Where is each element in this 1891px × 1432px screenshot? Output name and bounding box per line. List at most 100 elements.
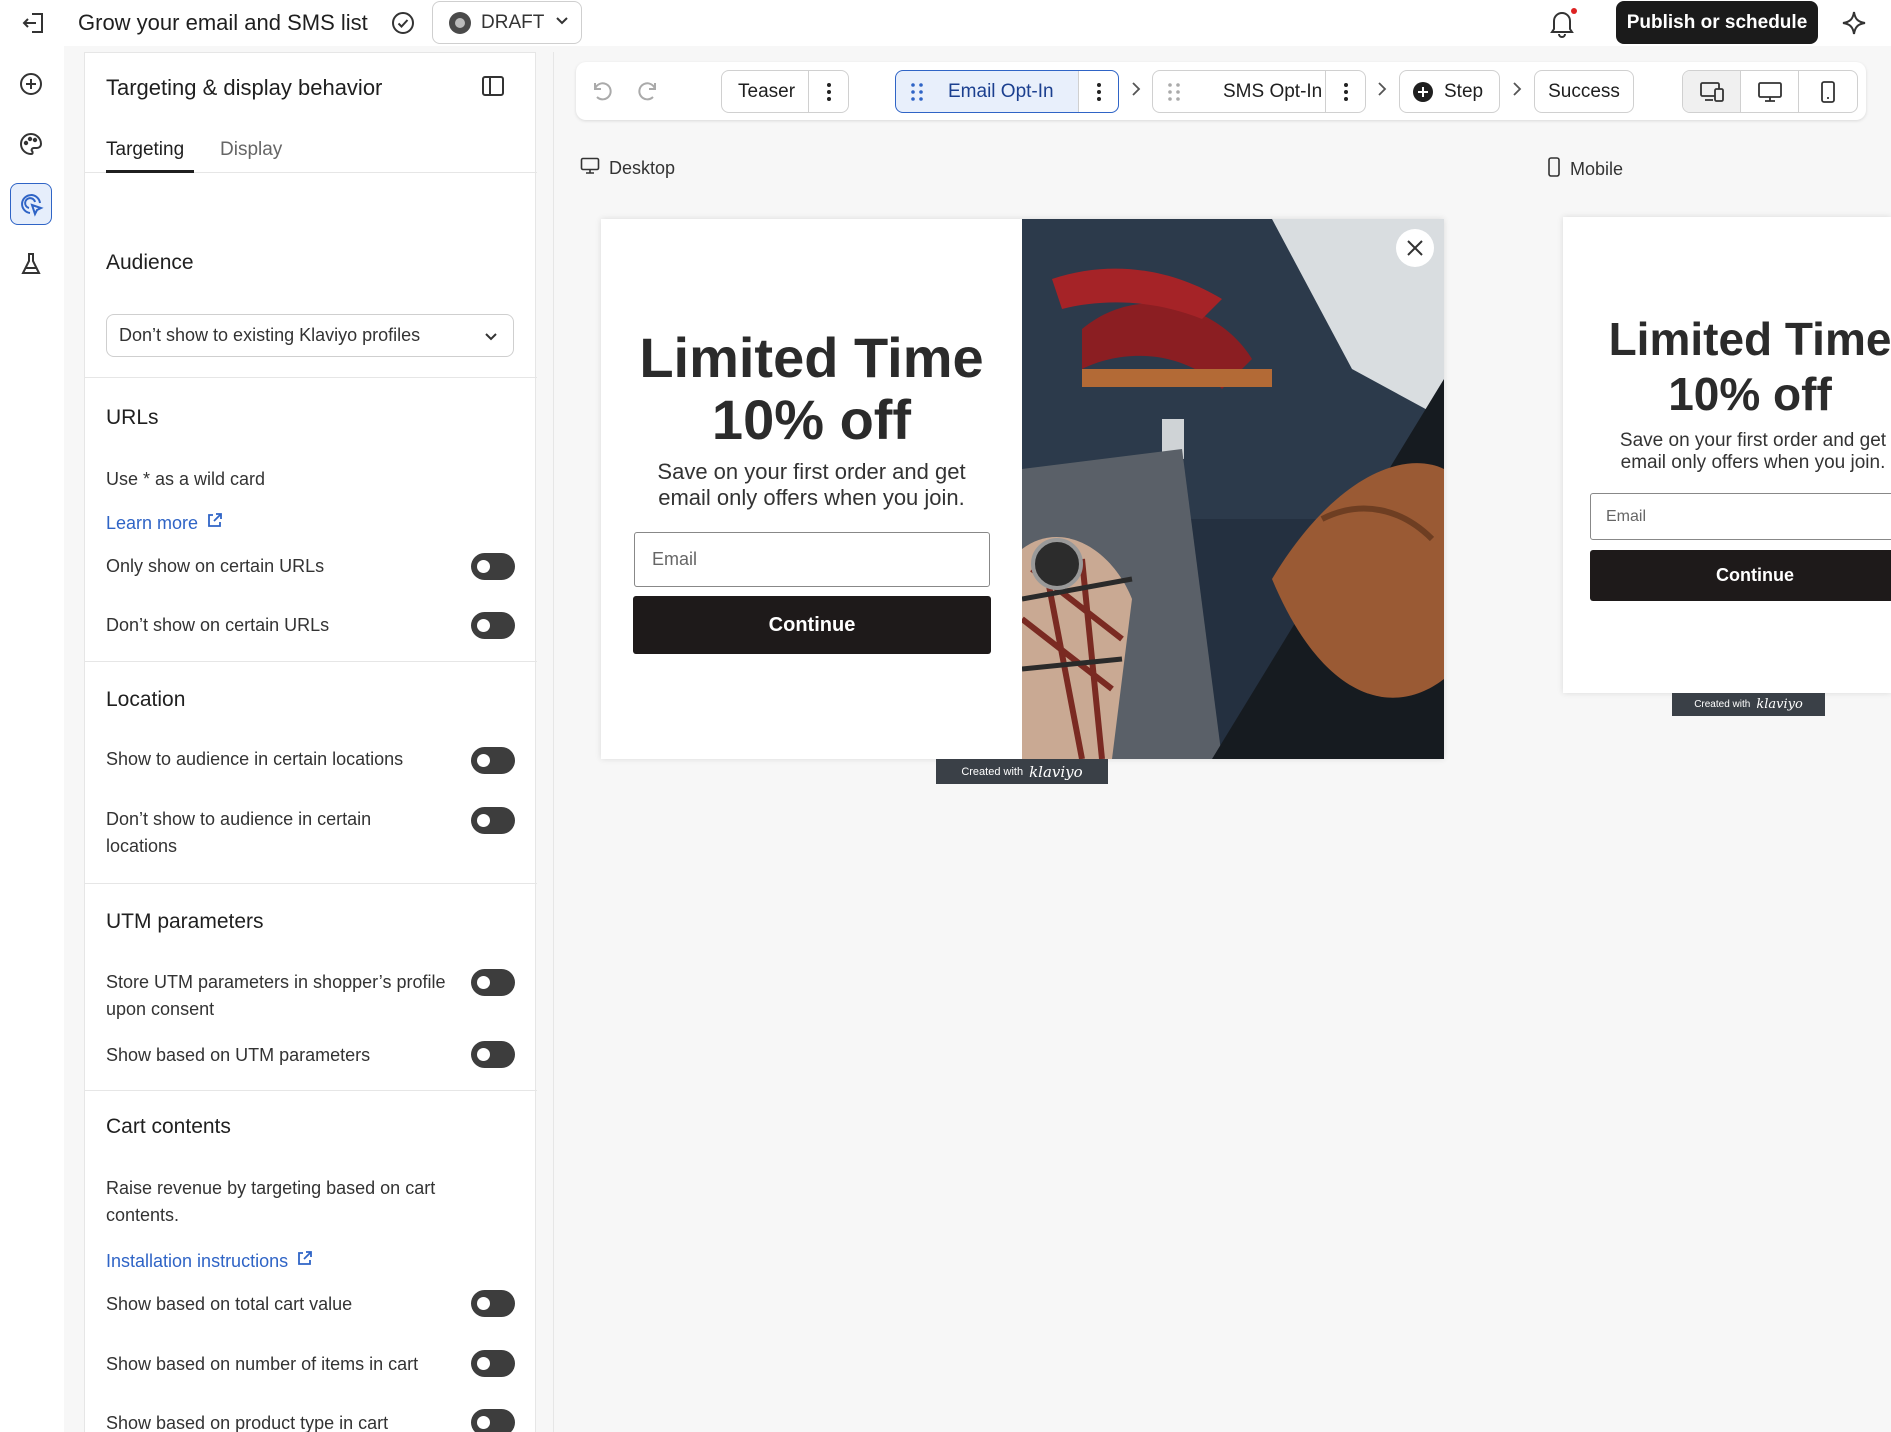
bell-icon[interactable] [1548,8,1577,38]
canvas-divider [553,52,554,1432]
drag-handle-icon[interactable] [910,82,924,102]
chevron-down-icon [483,328,499,349]
kebab-icon[interactable] [808,71,848,112]
location-section: Location Show to audience in certain loc… [85,662,537,884]
flask-icon[interactable] [10,243,52,285]
cart-product-label: Show based on product type in cart [106,1413,389,1432]
cart-heading: Cart contents [106,1115,231,1138]
close-popup-icon[interactable] [1396,229,1434,267]
step-sms-opt-in[interactable]: SMS Opt-In [1152,70,1366,113]
popup-email-field[interactable]: Email [634,532,990,587]
learn-more-link[interactable]: Learn more [106,512,223,534]
status-label: DRAFT [481,11,545,33]
popup-headline: Limited Time [639,326,984,389]
only-show-urls-toggle[interactable] [471,553,515,580]
mobile-popup-continue-button[interactable]: Continue [1590,550,1891,601]
utm-section: UTM parameters Store UTM parameters in s… [85,884,537,1091]
urls-section: URLs Use * as a wild card Learn more Onl… [85,378,537,662]
redo-icon[interactable] [636,78,662,104]
mobile-subtext-line1: Save on your first order and get [1619,430,1887,451]
mobile-klaviyo-logo: klaviyo [1756,697,1803,712]
mobile-label-text: Mobile [1570,159,1624,179]
cart-description-line2: contents. [106,1205,180,1225]
step-teaser-label: Teaser [738,80,796,102]
responsive-view-button[interactable] [1683,71,1741,112]
mobile-popup-subtext: Save on your first order and get email o… [1603,430,1891,474]
undo-icon[interactable] [588,78,614,104]
desktop-label-text: Desktop [609,158,676,178]
popup-subtext-line2: email only offers when you join. [658,485,965,510]
dont-show-urls-toggle[interactable] [471,612,515,639]
audience-select[interactable]: Don’t show to existing Klaviyo profiles [106,314,514,357]
popup-product-image [1022,219,1444,759]
chevron-right-icon [1130,80,1142,103]
tab-targeting[interactable]: Targeting [106,135,195,173]
add-step-button[interactable]: Step [1399,70,1500,113]
step-success[interactable]: Success [1534,70,1634,113]
store-utm-toggle[interactable] [471,969,515,996]
urls-hint: Use * as a wild card [106,469,266,489]
dont-show-location-line1: Don’t show to audience in certain [106,809,372,829]
cart-items-toggle[interactable] [471,1350,515,1377]
targeting-icon[interactable] [10,183,52,225]
learn-more-label: Learn more [106,512,199,533]
step-bar: Teaser Email Opt-In SMS Opt-In Step Succ… [576,62,1866,120]
status-dropdown[interactable]: DRAFT [432,1,582,44]
tab-display[interactable]: Display [220,135,282,173]
external-link-icon [206,512,223,534]
step-teaser[interactable]: Teaser [721,70,849,113]
draft-status-icon [449,11,471,34]
cart-section: Cart contents Raise revenue by targeting… [85,1091,537,1432]
desktop-icon [580,157,600,180]
kebab-icon[interactable] [1325,71,1365,112]
page-title: Grow your email and SMS list [78,10,368,35]
store-utm-label: Store UTM parameters in shopper’s profil… [106,969,445,1023]
desktop-preview-label: Desktop [580,157,675,180]
kebab-icon[interactable] [1078,71,1118,112]
step-email-opt-in[interactable]: Email Opt-In [895,70,1119,113]
mobile-view-button[interactable] [1799,71,1857,112]
step-email-opt-in-label: Email Opt-In [948,80,1054,102]
left-rail [0,46,64,1432]
created-with-badge: Created with klaviyo [936,759,1108,784]
store-utm-line2: upon consent [106,999,215,1019]
sparkle-icon[interactable] [1840,9,1868,37]
notification-dot [1571,8,1577,14]
dont-show-urls-label: Don’t show on certain URLs [106,615,330,635]
desktop-view-button[interactable] [1741,71,1799,112]
show-location-toggle[interactable] [471,747,515,774]
top-bar: Grow your email and SMS list DRAFT Publi… [0,0,1891,46]
cart-total-label: Show based on total cart value [106,1294,353,1314]
device-toggle [1682,70,1858,113]
palette-icon[interactable] [10,123,52,165]
external-link-icon [296,1250,313,1272]
mobile-popup-discount: 10% off [1668,368,1832,420]
cart-items-label: Show based on number of items in cart [106,1354,419,1374]
mobile-preview-label: Mobile [1547,157,1623,182]
installation-instructions-link[interactable]: Installation instructions [106,1250,313,1272]
installation-instructions-label: Installation instructions [106,1250,289,1271]
check-circle-icon[interactable] [390,10,416,36]
created-with-text: Created with [961,765,1024,778]
mobile-popup-headline: Limited Time [1608,313,1891,365]
drag-handle-icon[interactable] [1167,82,1181,102]
publish-button[interactable]: Publish or schedule [1616,1,1818,44]
popup-subtext: Save on your first order and get email o… [641,459,982,511]
klaviyo-logo: klaviyo [1029,762,1083,781]
popup-continue-button[interactable]: Continue [633,596,991,654]
cart-total-toggle[interactable] [471,1290,515,1317]
collapse-panel-icon[interactable] [481,75,505,97]
add-step-label: Step [1444,80,1484,102]
mobile-popup-email-field[interactable]: Email [1590,493,1891,540]
popup-discount: 10% off [711,388,912,451]
cart-description-line1: Raise revenue by targeting based on cart [106,1178,436,1198]
show-location-label: Show to audience in certain locations [106,749,404,769]
mobile-icon [1547,157,1561,182]
cart-product-toggle[interactable] [471,1409,515,1432]
add-icon[interactable] [10,63,52,105]
exit-icon[interactable] [20,9,48,37]
show-utm-label: Show based on UTM parameters [106,1045,371,1065]
chevron-down-icon [554,12,570,34]
dont-show-location-toggle[interactable] [471,807,515,834]
show-utm-toggle[interactable] [471,1041,515,1068]
